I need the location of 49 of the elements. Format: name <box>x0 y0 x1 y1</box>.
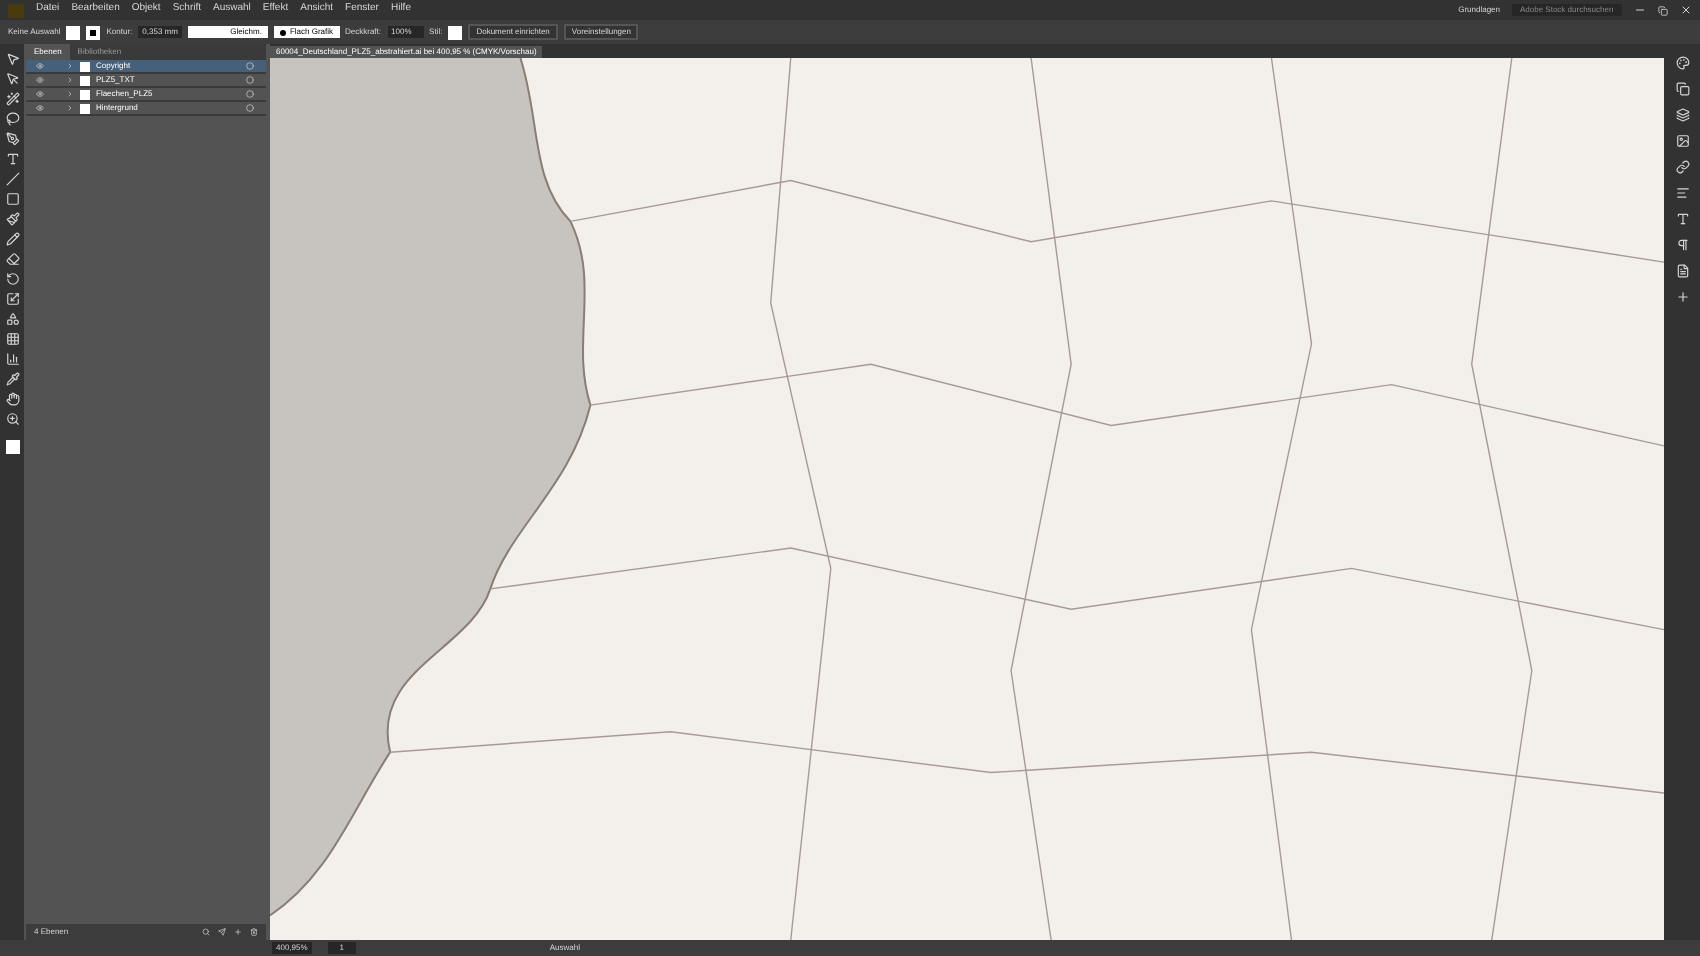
export-icon[interactable] <box>218 928 226 936</box>
target-circle-icon[interactable] <box>246 76 254 84</box>
palette-icon[interactable] <box>1675 56 1689 70</box>
pencil-icon[interactable] <box>5 232 19 246</box>
visibility-eye-icon[interactable] <box>36 104 44 112</box>
fill-swatch[interactable] <box>5 440 19 454</box>
restore-icon[interactable] <box>1658 5 1668 15</box>
line-icon[interactable] <box>5 172 19 186</box>
style-swatch[interactable] <box>448 25 463 39</box>
fill-swatch[interactable] <box>66 25 81 39</box>
minimize-icon[interactable] <box>1634 4 1646 16</box>
paragraph-icon[interactable] <box>1675 238 1689 252</box>
mesh-icon[interactable] <box>5 332 19 346</box>
direct-selection-arrow-icon[interactable] <box>5 72 19 86</box>
eyedropper-icon[interactable] <box>5 372 19 386</box>
pen-icon[interactable] <box>5 132 19 146</box>
app-logo <box>8 3 24 17</box>
zoom-icon[interactable] <box>5 412 19 426</box>
close-icon[interactable] <box>1680 4 1692 16</box>
scale-icon[interactable] <box>5 292 19 306</box>
magic-wand-icon[interactable] <box>5 92 19 106</box>
target-circle-icon[interactable] <box>246 104 254 112</box>
bar-chart-icon[interactable] <box>5 352 19 366</box>
rotate-icon[interactable] <box>5 272 19 286</box>
new-layer-icon[interactable] <box>234 928 242 936</box>
brush-icon[interactable] <box>5 212 19 226</box>
type-icon[interactable] <box>1675 212 1689 226</box>
target-circle-icon[interactable] <box>246 90 254 98</box>
selection-arrow-icon[interactable] <box>5 52 19 66</box>
trash-icon[interactable] <box>250 928 258 936</box>
hand-icon[interactable] <box>5 392 19 406</box>
type-icon[interactable] <box>5 152 19 166</box>
rectangle-icon[interactable] <box>5 192 19 206</box>
visibility-eye-icon[interactable] <box>36 76 44 84</box>
document-icon[interactable] <box>1675 264 1689 278</box>
stroke-swatch[interactable] <box>86 25 101 39</box>
link-icon[interactable] <box>1675 160 1689 174</box>
visibility-eye-icon[interactable] <box>36 62 44 70</box>
visibility-eye-icon[interactable] <box>36 90 44 98</box>
target-circle-icon[interactable] <box>246 62 254 70</box>
eraser-icon[interactable] <box>5 252 19 266</box>
search-icon[interactable] <box>202 928 210 936</box>
copy-icon[interactable] <box>1675 82 1689 96</box>
layers-icon[interactable] <box>1675 108 1689 122</box>
shapes-icon[interactable] <box>5 312 19 326</box>
lasso-icon[interactable] <box>5 112 19 126</box>
image-icon[interactable] <box>1675 134 1689 148</box>
align-icon[interactable] <box>1675 186 1689 200</box>
plus-icon[interactable] <box>1675 290 1689 304</box>
